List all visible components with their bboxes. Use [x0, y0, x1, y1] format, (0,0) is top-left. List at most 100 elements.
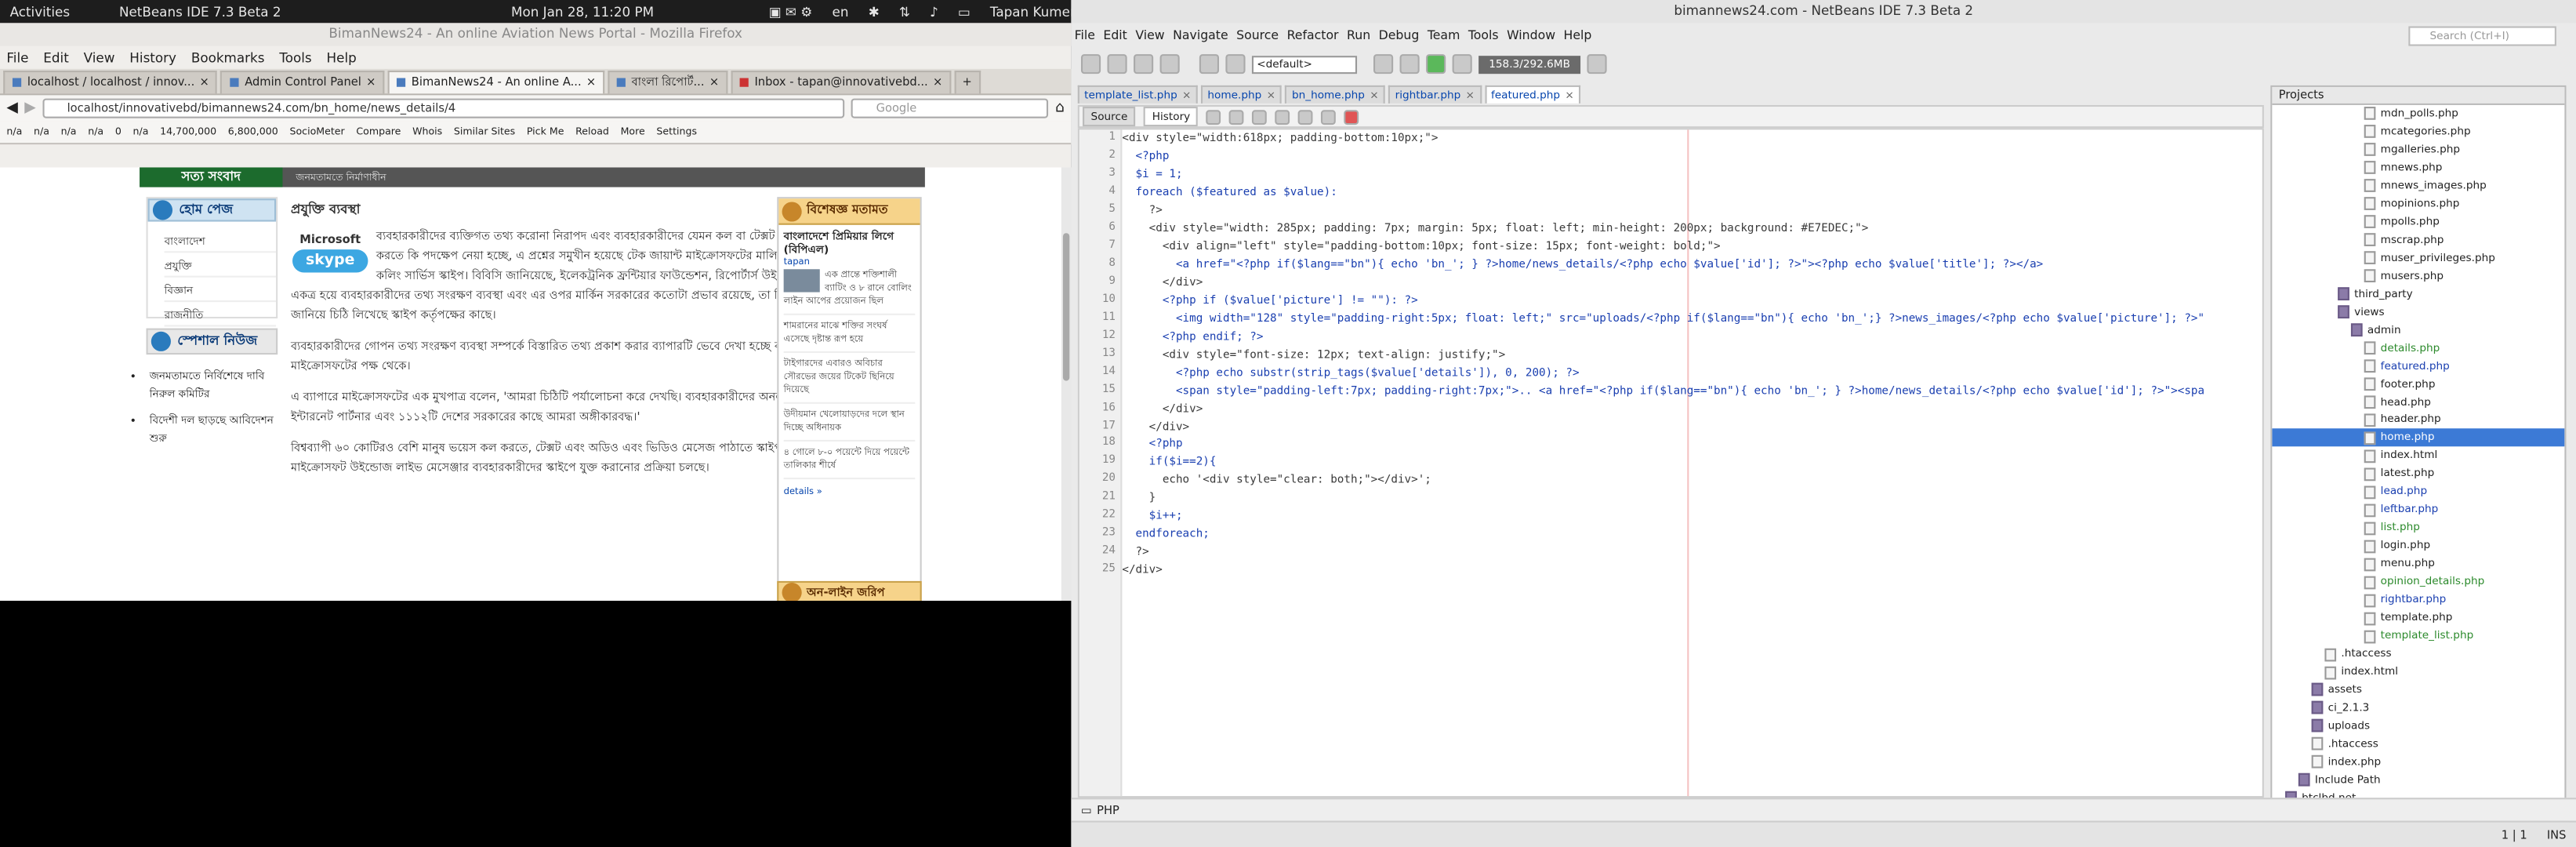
code-line[interactable]: <img width="128" style="padding-right:5p… [1122, 310, 2262, 328]
comment-icon[interactable] [1321, 109, 1337, 125]
addon-item[interactable]: 6,800,000 [228, 126, 278, 138]
code-line[interactable]: ?> [1122, 543, 2262, 562]
tree-item[interactable]: views [2272, 303, 2564, 321]
code-line[interactable]: echo '<div style="clear: both;"></div>'; [1122, 472, 2262, 490]
active-app-label[interactable]: NetBeans IDE 7.3 Beta 2 [109, 4, 291, 19]
close-icon[interactable]: × [709, 72, 719, 93]
category-item[interactable]: বাংলাদেশ [164, 233, 277, 253]
tree-item[interactable]: mscrap.php [2272, 231, 2564, 249]
addon-item[interactable]: 0 [115, 126, 122, 138]
tree-item[interactable]: template_list.php [2272, 627, 2564, 645]
tree-item[interactable]: template.php [2272, 609, 2564, 627]
tree-item[interactable]: mgalleries.php [2272, 141, 2564, 159]
nb-menu-source[interactable]: Source [1236, 27, 1279, 42]
nb-menu-tools[interactable]: Tools [1468, 27, 1499, 42]
addon-item[interactable]: Similar Sites [454, 126, 515, 138]
nb-menu-view[interactable]: View [1135, 27, 1164, 42]
tree-item[interactable]: admin [2272, 321, 2564, 339]
nb-menu-refactor[interactable]: Refactor [1287, 27, 1339, 42]
run-icon[interactable] [1426, 54, 1446, 75]
code-line[interactable]: <?php echo substr(strip_tags($value['det… [1122, 364, 2262, 382]
opinion-heading[interactable]: বাংলাদেশে প্রিমিয়ার লিগে (বিপিএল) [784, 230, 916, 256]
tree-item[interactable]: muser_privileges.php [2272, 249, 2564, 267]
code-line[interactable]: <?php endif; ?> [1122, 328, 2262, 346]
code-line[interactable]: endforeach; [1122, 525, 2262, 543]
history-tab[interactable]: History [1144, 107, 1199, 127]
nb-menu-debug[interactable]: Debug [1379, 27, 1420, 42]
find-icon[interactable] [1252, 109, 1268, 125]
code-line[interactable]: </div> [1122, 274, 2262, 292]
tree-item[interactable]: latest.php [2272, 465, 2564, 483]
addon-item[interactable]: Reload [575, 126, 609, 138]
editor-tab[interactable]: bn_home.php × [1285, 85, 1386, 104]
nb-menu-navigate[interactable]: Navigate [1173, 27, 1228, 42]
addon-item[interactable]: Whois [412, 126, 442, 138]
new-tab-button[interactable]: + [953, 70, 981, 94]
browser-tab[interactable]: ■ Admin Control Panel × [220, 70, 384, 94]
browser-tab[interactable]: ■ BimanNews24 - An online A... × [387, 70, 604, 94]
tree-item[interactable]: menu.php [2272, 555, 2564, 573]
toggle-highlight-icon[interactable] [1275, 109, 1291, 125]
code-editor[interactable]: 1 2 3 4 5 6 7 8 9 10 11 12 13 14 15 16 17 18 19 20 21 22 23 24 2… [1077, 128, 2264, 798]
browser-tab[interactable]: ■ localhost / localhost / innov... × [3, 70, 218, 94]
back-icon[interactable]: ◀ [6, 100, 18, 117]
close-icon[interactable]: × [1370, 89, 1378, 102]
code-line[interactable]: <span style="padding-left:7px; padding-r… [1122, 382, 2262, 400]
special-news-item[interactable]: জনমতামতে নির্বিশেষে দাবি নিরুল কমিটির [150, 368, 274, 404]
tree-item[interactable]: leftbar.php [2272, 501, 2564, 519]
open-project-icon[interactable] [1134, 54, 1154, 75]
code-line[interactable]: foreach ($featured as $value): [1122, 184, 2262, 202]
network-icon[interactable]: ⇅ [889, 4, 920, 19]
gc-icon[interactable] [1587, 54, 1607, 75]
clean-build-icon[interactable] [1399, 54, 1420, 75]
tree-item[interactable]: rightbar.php [2272, 591, 2564, 609]
save-all-icon[interactable] [1159, 54, 1180, 75]
tree-item[interactable]: head.php [2272, 393, 2564, 411]
tree-item[interactable]: home.php [2272, 429, 2565, 448]
opinion-author[interactable]: tapan [784, 256, 916, 270]
menu-item-tools[interactable]: Tools [279, 50, 311, 65]
code-line[interactable]: <?php [1122, 436, 2262, 454]
code-line[interactable]: $i = 1; [1122, 165, 2262, 184]
tree-item[interactable]: third_party [2272, 285, 2564, 304]
build-icon[interactable] [1373, 54, 1394, 75]
special-news-item[interactable]: বিদেশী দল ছাড়ছে আবিদেশন শুরু [150, 412, 274, 448]
menu-item-edit[interactable]: Edit [43, 50, 68, 65]
projects-tab[interactable]: Projects [2272, 86, 2565, 105]
menu-item-file[interactable]: File [6, 50, 28, 65]
stop-macro-icon[interactable] [1344, 109, 1360, 125]
opinion-item[interactable]: উদীয়মান খেলোয়াড়দের দলে স্থান দিচ্ছে অ… [784, 409, 916, 434]
source-tab[interactable]: Source [1083, 107, 1136, 127]
tree-item[interactable]: Include Path [2272, 771, 2564, 789]
code-line[interactable]: <a href="<?php if($lang=="bn"){ echo 'bn… [1122, 256, 2262, 274]
new-project-icon[interactable] [1107, 54, 1127, 75]
tree-item[interactable]: header.php [2272, 411, 2564, 429]
menu-item-bookmarks[interactable]: Bookmarks [191, 50, 265, 65]
tree-item[interactable]: index.php [2272, 753, 2564, 771]
tree-item[interactable]: mnews.php [2272, 159, 2564, 177]
nb-menu-window[interactable]: Window [1507, 27, 1555, 42]
nb-search-input[interactable]: Search (Ctrl+I) [2408, 26, 2556, 46]
nb-menu-help[interactable]: Help [1564, 27, 1592, 42]
close-icon[interactable]: × [366, 72, 376, 93]
scrollbar-thumb[interactable] [1062, 233, 1070, 381]
tree-item[interactable]: featured.php [2272, 357, 2564, 375]
new-file-icon[interactable] [1080, 54, 1101, 75]
tree-item[interactable]: opinion_details.php [2272, 573, 2564, 591]
opinion-item[interactable]: শামরানের মাঝে শক্তির সংঘর্ষ এসেছে দৃষ্টা… [784, 320, 916, 346]
code-line[interactable]: </div> [1122, 400, 2262, 418]
editor-tab[interactable]: home.php × [1201, 85, 1283, 104]
tree-item[interactable]: mopinions.php [2272, 195, 2564, 213]
code-line[interactable]: } [1122, 489, 2262, 507]
addon-item[interactable]: n/a [61, 126, 77, 138]
addon-item[interactable]: SocioMeter [289, 126, 344, 138]
tree-item[interactable]: ci_2.1.3 [2272, 700, 2564, 718]
code-area[interactable]: <div style="width:618px; padding-bottom:… [1122, 129, 2262, 796]
search-box[interactable]: Google [851, 98, 1049, 118]
menu-item-help[interactable]: Help [327, 50, 357, 65]
tree-item[interactable]: musers.php [2272, 267, 2564, 285]
back-icon[interactable] [1206, 109, 1222, 125]
code-line[interactable]: <div align="left" style="padding-bottom:… [1122, 238, 2262, 256]
close-icon[interactable]: × [1182, 89, 1191, 102]
addon-item[interactable]: n/a [34, 126, 49, 138]
